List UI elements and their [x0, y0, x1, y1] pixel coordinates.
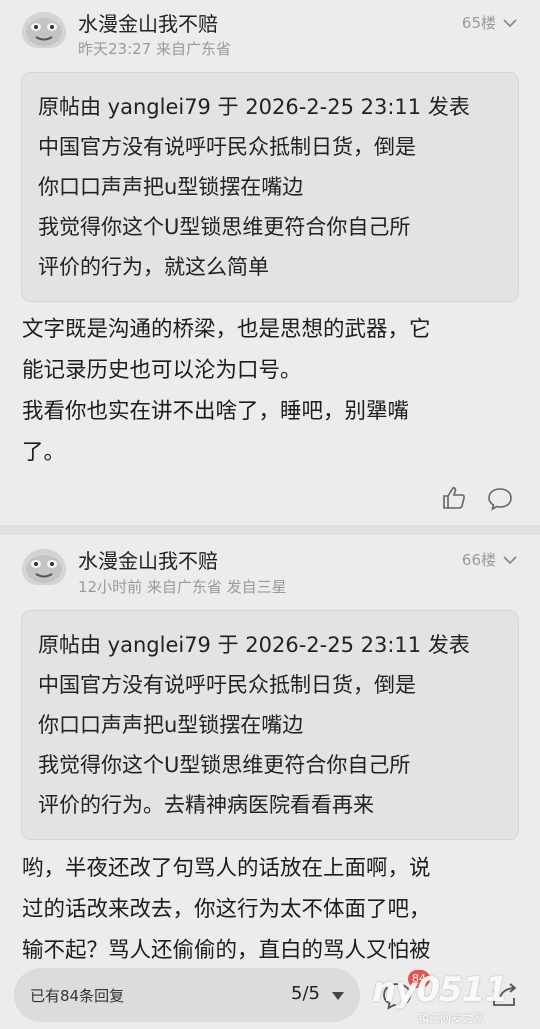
- body-line: 哟，半夜还改了句骂人的话放在上面啊，说: [22, 856, 431, 881]
- post-meta: 12小时前 来自广东省 发自三星: [78, 578, 287, 596]
- comment-bubble-icon: [488, 488, 512, 511]
- quote-line: 你口口声声把u型锁摆在嘴边: [38, 713, 304, 737]
- floor-number[interactable]: 66楼: [462, 549, 518, 570]
- reply-bar[interactable]: 已有84条回复 5/5: [14, 968, 360, 1022]
- post-separator: [0, 525, 540, 535]
- body-line: 过的话改来改去，你这行为太不体面了吧，: [22, 897, 431, 922]
- floor-number[interactable]: 65楼: [462, 12, 518, 33]
- quote-line: 评价的行为。去精神病医院看看再来: [38, 793, 374, 817]
- reply-count-label[interactable]: 已有84条回复: [30, 985, 124, 1006]
- like-button[interactable]: [440, 484, 468, 512]
- quote-line: 中国官方没有说呼吁民众抵制日货，倒是: [38, 673, 416, 697]
- chevron-down-icon: [503, 555, 517, 564]
- share-icon: [493, 983, 517, 1006]
- post-floor-66: 水漫金山我不赔 12小时前 来自广东省 发自三星 66楼 原帖由 yanglei…: [0, 535, 540, 1029]
- post-meta: 昨天23:27 来自广东省: [78, 40, 231, 58]
- thumbs-up-icon: [443, 486, 465, 509]
- username[interactable]: 水漫金山我不赔: [78, 8, 218, 37]
- avatar[interactable]: [22, 12, 66, 48]
- floor-label: 66楼: [461, 551, 496, 569]
- quote-line: 中国官方没有说呼吁民众抵制日货，倒是: [38, 135, 416, 159]
- body-line: 输不起？骂人还偷偷的，直白的骂人又怕被: [22, 938, 431, 963]
- username[interactable]: 水漫金山我不赔: [78, 545, 218, 574]
- quote-block: 原帖由 yanglei79 于 2026-2-25 23:11 发表 中国官方没…: [21, 72, 519, 302]
- quote-line: 我觉得你这个U型锁思维更符合你自己所: [38, 215, 411, 239]
- reply-count-badge: 84: [408, 970, 430, 988]
- page-dropdown-caret-icon[interactable]: [332, 992, 344, 1000]
- page-indicator[interactable]: 5/5: [291, 983, 320, 1004]
- quote-block: 原帖由 yanglei79 于 2026-2-25 23:11 发表 中国官方没…: [21, 610, 519, 840]
- body-line: 能记录历史也可以沦为口号。: [22, 358, 302, 383]
- body-line: 文字既是沟通的桥梁，也是思想的武器，它: [22, 317, 431, 342]
- body-line: 了。: [22, 440, 66, 465]
- quote-line: 原帖由 yanglei79 于 2026-2-25 23:11 发表: [38, 95, 470, 119]
- comment-button[interactable]: [486, 484, 514, 512]
- post-body: 文字既是沟通的桥梁，也是思想的武器，它 能记录历史也可以沦为口号。 我看你也实在…: [22, 309, 520, 473]
- quote-line: 评价的行为，就这么简单: [38, 255, 269, 279]
- share-button[interactable]: [488, 978, 522, 1012]
- avatar[interactable]: [22, 549, 66, 585]
- post-floor-65: 水漫金山我不赔 昨天23:27 来自广东省 65楼 原帖由 yanglei79 …: [0, 0, 540, 525]
- floor-label: 65楼: [461, 14, 496, 32]
- chevron-down-icon: [503, 18, 517, 27]
- quote-line: 你口口声声把u型锁摆在嘴边: [38, 175, 304, 199]
- quote-line: 我觉得你这个U型锁思维更符合你自己所: [38, 753, 411, 777]
- body-line: 我看你也实在讲不出啥了，睡吧，别犟嘴: [22, 399, 410, 424]
- quote-line: 原帖由 yanglei79 于 2026-2-25 23:11 发表: [38, 633, 470, 657]
